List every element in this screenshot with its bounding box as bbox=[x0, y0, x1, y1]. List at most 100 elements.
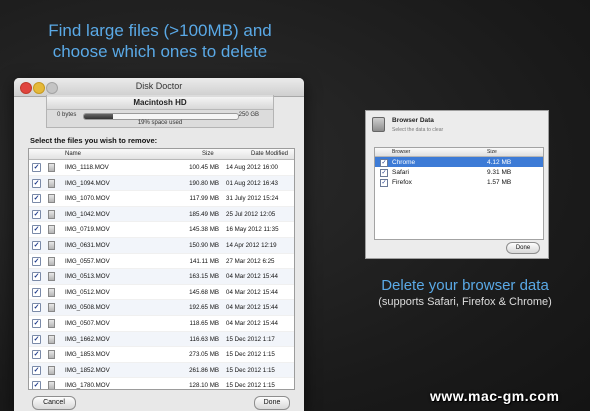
file-date: 04 Mar 2012 15:44 bbox=[226, 319, 278, 327]
file-name: IMG_1853.MOV bbox=[65, 351, 110, 359]
file-row[interactable]: ✓ IMG_0631.MOV 150.90 MB 14 Apr 2012 12:19 bbox=[29, 237, 294, 254]
file-name: IMG_0719.MOV bbox=[65, 226, 110, 234]
movie-file-icon bbox=[48, 178, 55, 188]
file-date: 15 Dec 2012 1:15 bbox=[226, 366, 275, 374]
file-row[interactable]: ✓ IMG_1852.MOV 261.86 MB 15 Dec 2012 1:15 bbox=[29, 362, 294, 379]
file-row[interactable]: ✓ IMG_0513.MOV 163.15 MB 04 Mar 2012 15:44 bbox=[29, 269, 294, 285]
movie-file-icon bbox=[48, 381, 55, 389]
file-date: 15 Dec 2012 1:15 bbox=[226, 351, 275, 359]
movie-file-icon bbox=[48, 334, 55, 344]
file-date: 15 Dec 2012 1:17 bbox=[226, 335, 275, 343]
column-date[interactable]: Date Modified bbox=[251, 151, 288, 157]
browser-name: Firefox bbox=[392, 178, 412, 186]
file-date: 16 May 2012 11:35 bbox=[226, 226, 279, 234]
file-date: 04 Mar 2012 15:44 bbox=[226, 273, 278, 281]
file-name: IMG_0557.MOV bbox=[65, 257, 110, 265]
file-size: 190.80 MB bbox=[189, 179, 219, 187]
file-name: IMG_0507.MOV bbox=[65, 319, 110, 327]
file-size: 150.90 MB bbox=[189, 241, 219, 249]
file-name: IMG_1852.MOV bbox=[65, 366, 110, 374]
file-name: IMG_0513.MOV bbox=[65, 273, 110, 281]
browser-row[interactable]: ✓ Chrome 4.12 MB bbox=[375, 157, 543, 167]
file-row[interactable]: ✓ IMG_1780.MOV 128.10 MB 15 Dec 2012 1:15 bbox=[29, 378, 294, 390]
file-checkbox[interactable]: ✓ bbox=[32, 209, 41, 219]
file-row[interactable]: ✓ IMG_0719.MOV 145.38 MB 16 May 2012 11:35 bbox=[29, 222, 294, 238]
file-size: 117.99 MB bbox=[189, 195, 219, 203]
movie-file-icon bbox=[48, 225, 55, 235]
browser-name: Safari bbox=[392, 168, 409, 176]
disk-usage-fill bbox=[84, 114, 114, 119]
browser-done-button[interactable]: Done bbox=[506, 242, 540, 254]
file-size: 100.45 MB bbox=[189, 164, 219, 171]
browser-row[interactable]: ✓ Safari 9.31 MB bbox=[375, 167, 543, 177]
browser-size: 4.12 MB bbox=[487, 158, 512, 166]
file-name: IMG_1780.MOV bbox=[65, 382, 110, 390]
file-size: 261.86 MB bbox=[189, 366, 219, 374]
movie-file-icon bbox=[48, 163, 55, 172]
movie-file-icon bbox=[48, 287, 55, 297]
disk-min-label: 0 bytes bbox=[57, 112, 77, 118]
file-row[interactable]: ✓ IMG_1094.MOV 190.80 MB 01 Aug 2012 16:43 bbox=[29, 175, 294, 192]
headline-line-1: Find large files (>100MB) and bbox=[48, 21, 272, 40]
file-checkbox[interactable]: ✓ bbox=[32, 287, 41, 297]
file-checkbox[interactable]: ✓ bbox=[32, 225, 41, 235]
file-date: 31 July 2012 15:24 bbox=[226, 195, 279, 203]
file-size: 163.15 MB bbox=[189, 273, 219, 281]
file-row[interactable]: ✓ IMG_0508.MOV 192.65 MB 04 Mar 2012 15:44 bbox=[29, 300, 294, 316]
movie-file-icon bbox=[48, 318, 55, 328]
movie-file-icon bbox=[48, 240, 55, 250]
file-size: 128.10 MB bbox=[189, 382, 219, 390]
disk-used-label: 19% space used bbox=[137, 120, 183, 126]
file-checkbox[interactable]: ✓ bbox=[32, 303, 41, 313]
file-checkbox[interactable]: ✓ bbox=[32, 350, 41, 360]
file-row[interactable]: ✓ IMG_1042.MOV 185.49 MB 25 Jul 2012 12:05 bbox=[29, 206, 294, 223]
file-checkbox[interactable]: ✓ bbox=[32, 240, 41, 250]
done-button[interactable]: Done bbox=[254, 396, 290, 410]
file-name: IMG_1070.MOV bbox=[65, 195, 110, 203]
movie-file-icon bbox=[48, 365, 55, 375]
browser-checkbox[interactable]: ✓ bbox=[380, 169, 388, 177]
file-checkbox[interactable]: ✓ bbox=[32, 381, 41, 389]
file-size: 185.49 MB bbox=[189, 210, 219, 218]
disk-name: Macintosh HD bbox=[47, 97, 273, 110]
column-browser-size[interactable]: Size bbox=[487, 149, 497, 155]
sub-headline-line-1: Delete your browser data bbox=[381, 277, 549, 294]
browser-checkbox[interactable]: ✓ bbox=[380, 159, 388, 167]
file-date: 01 Aug 2012 16:43 bbox=[226, 179, 278, 187]
headline: Find large files (>100MB) and choose whi… bbox=[0, 20, 320, 62]
file-checkbox[interactable]: ✓ bbox=[32, 163, 41, 172]
cancel-button[interactable]: Cancel bbox=[32, 396, 76, 410]
file-row[interactable]: ✓ IMG_1118.MOV 100.45 MB 14 Aug 2012 16:00 bbox=[29, 160, 294, 176]
file-checkbox[interactable]: ✓ bbox=[32, 272, 41, 282]
browser-row[interactable]: ✓ Firefox 1.57 MB bbox=[375, 177, 543, 187]
browser-checkbox[interactable]: ✓ bbox=[380, 179, 388, 187]
sub-headline-line-2: (supports Safari, Firefox & Chrome) bbox=[378, 296, 552, 308]
file-size: 145.38 MB bbox=[189, 226, 219, 234]
file-size: 116.63 MB bbox=[189, 335, 219, 343]
column-browser[interactable]: Browser bbox=[392, 149, 410, 155]
file-row[interactable]: ✓ IMG_1662.MOV 116.63 MB 15 Dec 2012 1:17 bbox=[29, 331, 294, 348]
file-row[interactable]: ✓ IMG_1853.MOV 273.05 MB 15 Dec 2012 1:15 bbox=[29, 347, 294, 363]
browser-name: Chrome bbox=[392, 158, 416, 166]
file-row[interactable]: ✓ IMG_0557.MOV 141.11 MB 27 Mar 2012 6:25 bbox=[29, 254, 294, 270]
file-rows: ✓ IMG_1118.MOV 100.45 MB 14 Aug 2012 16:00 ✓… bbox=[29, 160, 294, 390]
file-checkbox[interactable]: ✓ bbox=[32, 256, 41, 266]
file-date: 15 Dec 2012 1:15 bbox=[226, 382, 275, 390]
disk-max-label: 250 GB bbox=[238, 112, 259, 118]
column-size[interactable]: Size bbox=[202, 151, 214, 157]
file-size: 118.65 MB bbox=[189, 319, 219, 327]
file-size: 145.68 MB bbox=[189, 288, 219, 296]
file-checkbox[interactable]: ✓ bbox=[32, 365, 41, 375]
column-name[interactable]: Name bbox=[65, 151, 81, 157]
file-checkbox[interactable]: ✓ bbox=[32, 178, 41, 188]
file-checkbox[interactable]: ✓ bbox=[32, 318, 41, 328]
file-checkbox[interactable]: ✓ bbox=[32, 334, 41, 344]
file-row[interactable]: ✓ IMG_0507.MOV 118.65 MB 04 Mar 2012 15:44 bbox=[29, 316, 294, 332]
file-name: IMG_1042.MOV bbox=[65, 210, 110, 218]
file-row[interactable]: ✓ IMG_0512.MOV 145.68 MB 04 Mar 2012 15:44 bbox=[29, 285, 294, 301]
file-date: 27 Mar 2012 6:25 bbox=[226, 257, 275, 265]
file-row[interactable]: ✓ IMG_1070.MOV 117.99 MB 31 July 2012 15:24 bbox=[29, 191, 294, 207]
browser-data-icon bbox=[372, 117, 385, 132]
file-date: 04 Mar 2012 15:44 bbox=[226, 288, 278, 296]
file-checkbox[interactable]: ✓ bbox=[32, 194, 41, 204]
